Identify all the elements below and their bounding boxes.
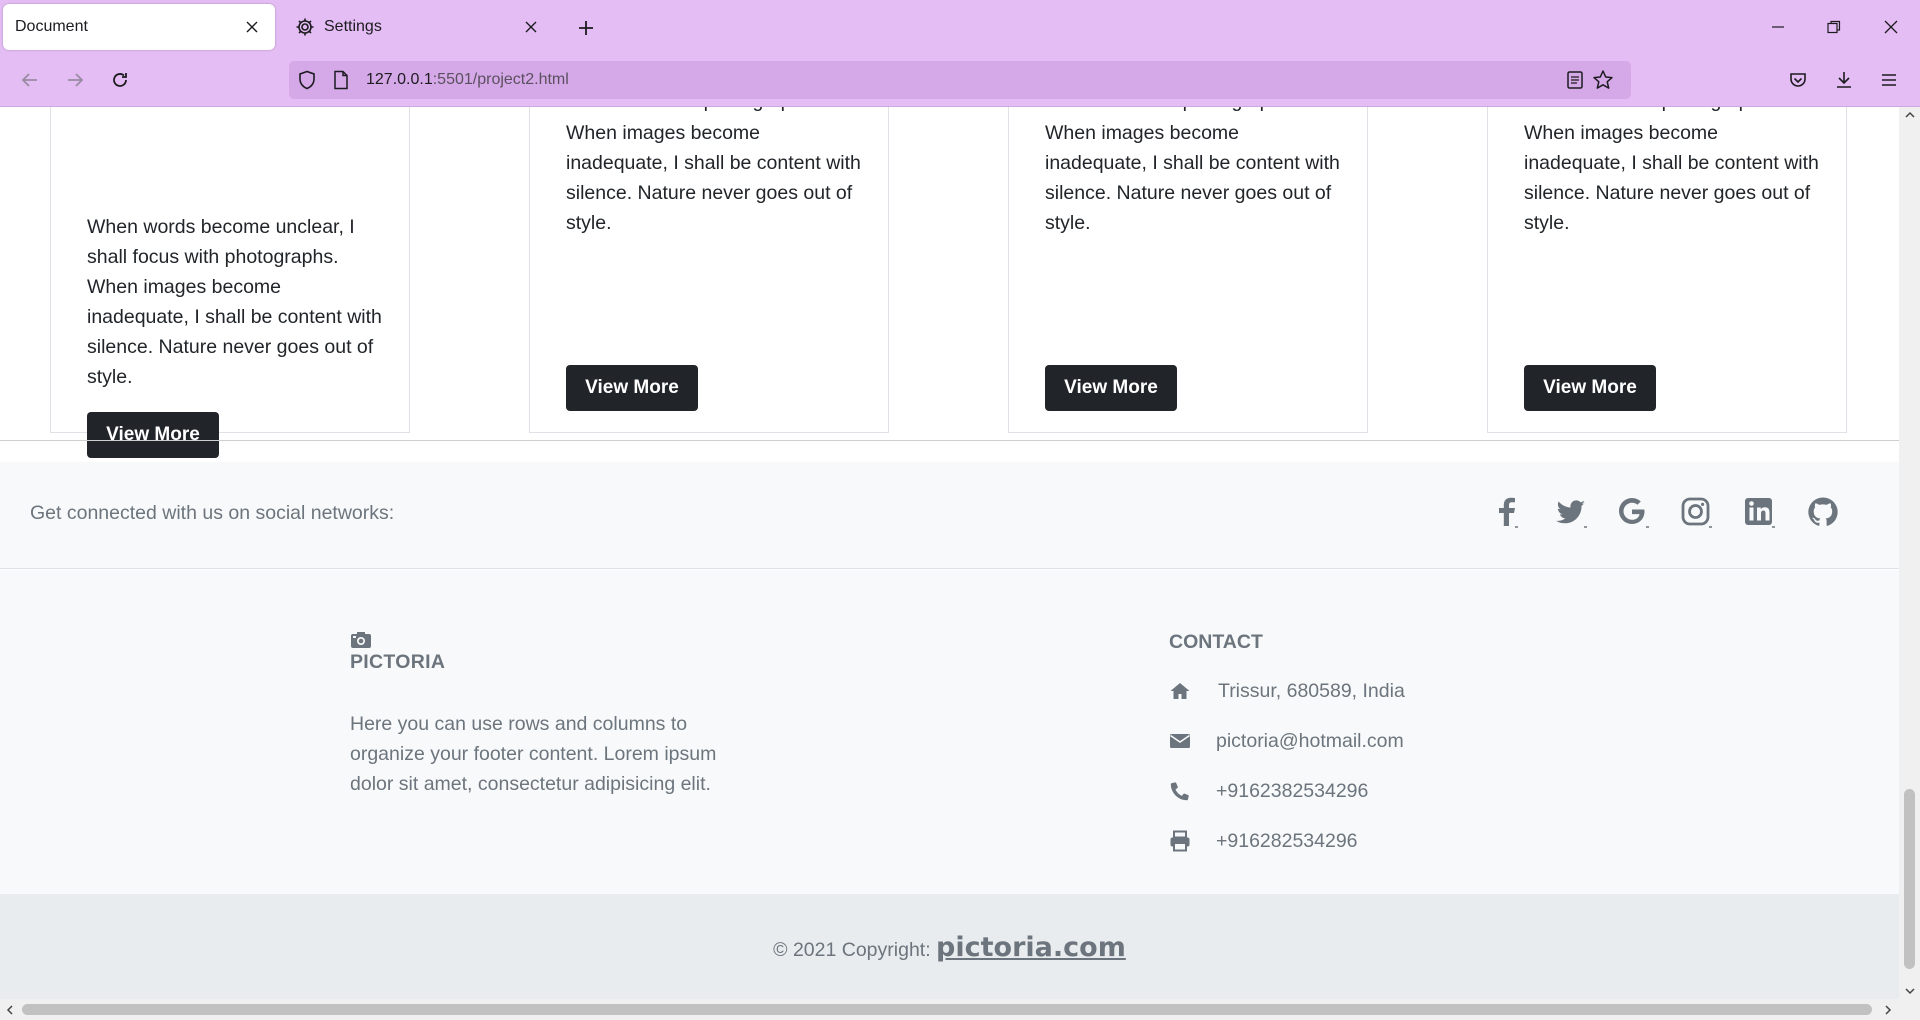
printer-icon [1169, 830, 1191, 852]
view-more-button[interactable]: View More [1524, 365, 1656, 411]
brand-description: Here you can use rows and columns to org… [350, 713, 717, 795]
star-icon[interactable] [1591, 68, 1615, 92]
url-bar[interactable]: 127.0.0.1:5501/project2.html [289, 61, 1631, 99]
card-text-partial: shall focus with photographs. [1045, 107, 1345, 116]
contact-fax: +916282534296 [1169, 826, 1358, 856]
gear-icon [294, 16, 316, 38]
view-more-button[interactable]: View More [87, 412, 219, 458]
back-button[interactable] [14, 64, 46, 96]
scroll-left-icon[interactable] [2, 1002, 18, 1018]
vertical-scrollbar[interactable] [1899, 107, 1920, 999]
contact-text: +9162382534296 [1216, 779, 1369, 802]
tab-settings[interactable]: Settings [282, 4, 554, 50]
menu-icon[interactable] [1873, 64, 1905, 96]
new-tab-button[interactable] [572, 14, 600, 42]
google-icon[interactable] [1614, 492, 1654, 532]
download-icon[interactable] [1828, 64, 1860, 96]
copyright: © 2021 Copyright: pictoria.com [0, 932, 1899, 963]
restore-button[interactable] [1816, 10, 1852, 44]
horizontal-scrollbar[interactable] [0, 999, 1920, 1020]
instagram-icon[interactable] [1677, 492, 1717, 532]
contact-phone: +9162382534296 [1169, 776, 1368, 806]
contact-text: +916282534296 [1216, 829, 1358, 852]
card-text: When words become unclear, I shall focus… [87, 216, 382, 388]
tab-label: Document [15, 18, 88, 35]
tab-document[interactable]: Document [3, 4, 275, 50]
view-more-button[interactable]: View More [566, 365, 698, 411]
view-more-button[interactable]: View More [1045, 365, 1177, 411]
nav-bar: 127.0.0.1:5501/project2.html [0, 54, 1920, 107]
scrollbar-thumb[interactable] [22, 1004, 1872, 1015]
scroll-down-icon[interactable] [1902, 983, 1918, 999]
social-text: Get connected with us on social networks… [30, 502, 395, 524]
gallery-card: When words become unclear, I shall focus… [50, 107, 410, 458]
tab-label: Settings [324, 18, 382, 35]
card-text-partial: shall focus with photographs. [566, 107, 866, 116]
tab-bar: Document Settings [0, 0, 1920, 54]
pocket-icon[interactable] [1782, 64, 1814, 96]
reload-button[interactable] [104, 64, 136, 96]
url-host: 127.0.0.1 [366, 71, 433, 88]
page-viewport: When words become unclear, I shall focus… [0, 107, 1899, 999]
scroll-up-icon[interactable] [1902, 107, 1918, 123]
linkedin-icon[interactable] [1740, 492, 1780, 532]
copyright-text: © 2021 Copyright: [773, 939, 937, 961]
close-window-button[interactable] [1873, 10, 1909, 44]
gallery-card: shall focus with photographs. When image… [1008, 107, 1368, 433]
copyright-link[interactable]: pictoria.com [936, 932, 1126, 963]
card-text-partial: shall focus with photographs. [1524, 107, 1824, 116]
close-icon[interactable] [241, 16, 263, 38]
contact-title: CONTACT [1169, 631, 1263, 653]
contact-text: pictoria@hotmail.com [1216, 729, 1404, 752]
reader-view-icon[interactable] [1563, 68, 1587, 92]
minimize-button[interactable] [1760, 10, 1796, 44]
shield-icon[interactable] [295, 68, 319, 92]
scrollbar-thumb[interactable] [1904, 789, 1915, 969]
section-divider [0, 440, 1899, 441]
contact-email: pictoria@hotmail.com [1169, 726, 1404, 756]
forward-button[interactable] [59, 64, 91, 96]
url-path: :5501/project2.html [432, 71, 569, 88]
envelope-icon [1169, 730, 1191, 752]
copyright-bar: © 2021 Copyright: pictoria.com [0, 894, 1899, 999]
gallery-card: shall focus with photographs. When image… [529, 107, 889, 433]
card-text: When images become inadequate, I shall b… [1524, 122, 1819, 234]
twitter-icon[interactable] [1551, 492, 1591, 532]
home-icon [1169, 680, 1191, 702]
facebook-icon[interactable] [1488, 492, 1528, 532]
url-text: 127.0.0.1:5501/project2.html [366, 71, 569, 89]
contact-text: Trissur, 680589, India [1218, 679, 1405, 702]
brand-name: PICTORIA [350, 651, 446, 673]
github-icon[interactable] [1803, 492, 1843, 532]
camera-icon [350, 631, 372, 649]
social-strip: Get connected with us on social networks… [0, 462, 1899, 569]
card-text: When images become inadequate, I shall b… [1045, 122, 1340, 234]
footer-main: PICTORIA Here you can use rows and colum… [0, 570, 1899, 894]
page-icon[interactable] [329, 68, 353, 92]
scroll-right-icon[interactable] [1880, 1002, 1896, 1018]
contact-address: Trissur, 680589, India [1169, 676, 1405, 706]
card-text: When images become inadequate, I shall b… [566, 122, 861, 234]
gallery-card: shall focus with photographs. When image… [1487, 107, 1847, 433]
close-icon[interactable] [520, 16, 542, 38]
phone-icon [1169, 780, 1191, 802]
